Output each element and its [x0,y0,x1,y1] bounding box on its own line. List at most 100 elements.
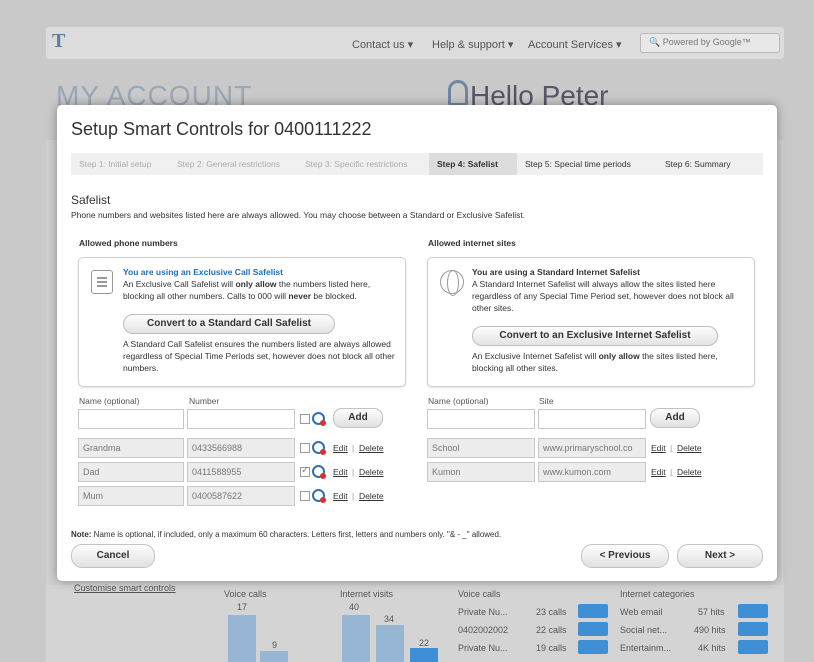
edit-link[interactable]: Edit [333,467,348,477]
call-safelist-info: You are using an Exclusive Call Safelist… [78,257,406,387]
nav-contact-us[interactable]: Contact us ▾ [352,38,413,51]
safelist-heading: Safelist [71,193,111,207]
gear-icon[interactable] [738,640,768,654]
clock-icon[interactable] [312,465,326,479]
phone-row-number[interactable]: 0411588955 [187,462,295,482]
call-safelist-text: You are using an Exclusive Call Safelist… [123,266,399,302]
internet-bar [410,648,438,662]
gear-icon[interactable] [738,622,768,636]
voice-list-value: 19 calls [536,643,567,653]
internet-visits-column: Internet visits [340,589,394,599]
phone-row-name[interactable]: Mum [78,486,184,506]
step-3[interactable]: Step 3: Specific restrictions [297,153,429,175]
phone-number-input[interactable] [187,409,295,429]
internet-list-value: 57 hits [698,607,725,617]
add-site-button[interactable]: Add [650,408,700,428]
internet-bar [376,625,404,662]
internet-list-name: Social net... [620,625,668,635]
smart-controls-dialog: Setup Smart Controls for 0400111222 Step… [57,105,777,581]
edit-link[interactable]: Edit [651,443,666,453]
internet-safelist-status: You are using a Standard Internet Safeli… [472,267,640,277]
note-label: Note: [71,530,92,539]
link-separator: | [352,491,355,501]
convert-standard-call-button[interactable]: Convert to a Standard Call Safelist [123,314,335,334]
info-text: An Exclusive Call Safelist will [123,279,236,289]
delete-link[interactable]: Delete [359,443,384,453]
voice-list-heading: Voice calls [458,589,501,599]
site-row-url[interactable]: www.primaryschool.co [538,438,646,458]
step-6[interactable]: Step 6: Summary [657,153,763,175]
site-row-url[interactable]: www.kumon.com [538,462,646,482]
delete-link[interactable]: Delete [359,491,384,501]
number-label: Number [189,396,220,406]
step-5[interactable]: Step 5: Special time periods [517,153,657,175]
time-period-checkbox[interactable] [300,491,310,501]
site-row-name[interactable]: School [427,438,535,458]
site-label: Site [539,396,554,406]
step-2[interactable]: Step 2: General restrictions [169,153,297,175]
edit-link[interactable]: Edit [333,491,348,501]
search-input[interactable]: 🔍 Powered by Google™ [640,33,780,53]
dialog-title: Setup Smart Controls for 0400111222 [71,119,372,139]
time-period-checkbox[interactable] [300,465,310,477]
voice-bar [228,615,256,662]
nav-account-services[interactable]: Account Services ▾ [528,38,622,51]
delete-link[interactable]: Delete [677,443,702,453]
search-placeholder: Powered by Google™ [662,37,751,47]
step-1[interactable]: Step 1: Initial setup [71,153,169,175]
phone-name-input[interactable] [78,409,184,429]
bar-label: 17 [237,602,248,612]
info-emphasis: never [288,291,312,301]
user-icon [448,80,468,106]
voice-list-name: 0402002002 [458,625,509,635]
name-label: Name (optional) [79,396,140,406]
phone-row-number[interactable]: 0433566988 [187,438,295,458]
standard-call-description: A Standard Call Safelist ensures the num… [123,339,395,373]
bar-label: 22 [419,638,430,648]
cancel-button[interactable]: Cancel [71,544,155,568]
delete-link[interactable]: Delete [359,467,384,477]
time-period-checkbox[interactable] [300,443,310,453]
convert-exclusive-internet-button[interactable]: Convert to an Exclusive Internet Safelis… [472,326,718,346]
clock-icon[interactable] [312,412,326,426]
phone-list-icon [91,270,113,294]
info-text: A Standard Internet Safelist will always… [472,279,734,313]
edit-link[interactable]: Edit [651,467,666,477]
site-url-input[interactable] [538,409,646,429]
name-note: Note: Name is optional, if included, onl… [71,530,501,539]
phone-numbers-heading: Allowed phone numbers [79,238,178,248]
internet-sites-heading: Allowed internet sites [428,238,516,248]
time-period-checkbox[interactable] [300,414,310,424]
info-text: An Exclusive Internet Safelist will [472,351,599,361]
internet-list-name: Web email [620,607,663,617]
phone-row-number[interactable]: 0400587622 [187,486,295,506]
exclusive-internet-description: An Exclusive Internet Safelist will only… [472,350,748,374]
customise-link[interactable]: Customise smart controls [74,583,176,593]
site-row-name[interactable]: Kumon [427,462,535,482]
add-phone-button[interactable]: Add [333,408,383,428]
gear-icon[interactable] [578,622,608,636]
previous-button[interactable]: < Previous [581,544,669,568]
internet-list-value: 490 hits [694,625,726,635]
voice-bar [260,651,288,662]
gear-icon[interactable] [578,640,608,654]
nav-help-support[interactable]: Help & support ▾ [432,38,513,51]
edit-link[interactable]: Edit [333,443,348,453]
internet-safelist-text: You are using a Standard Internet Safeli… [472,266,748,314]
site-name-input[interactable] [427,409,535,429]
gear-icon[interactable] [738,604,768,618]
clock-icon[interactable] [312,441,326,455]
internet-bar [342,615,370,662]
phone-row-name[interactable]: Grandma [78,438,184,458]
info-emphasis: only allow [598,351,640,361]
call-safelist-status: You are using an Exclusive Call Safelist [123,267,283,277]
next-button[interactable]: Next > [677,544,763,568]
clock-icon[interactable] [312,489,326,503]
wizard-steps: Step 1: Initial setup Step 2: General re… [71,153,763,175]
bar-label: 34 [384,614,395,624]
phone-row-name[interactable]: Dad [78,462,184,482]
safelist-description: Phone numbers and websites listed here a… [71,210,526,220]
delete-link[interactable]: Delete [677,467,702,477]
gear-icon[interactable] [578,604,608,618]
step-4[interactable]: Step 4: Safelist [429,153,517,175]
